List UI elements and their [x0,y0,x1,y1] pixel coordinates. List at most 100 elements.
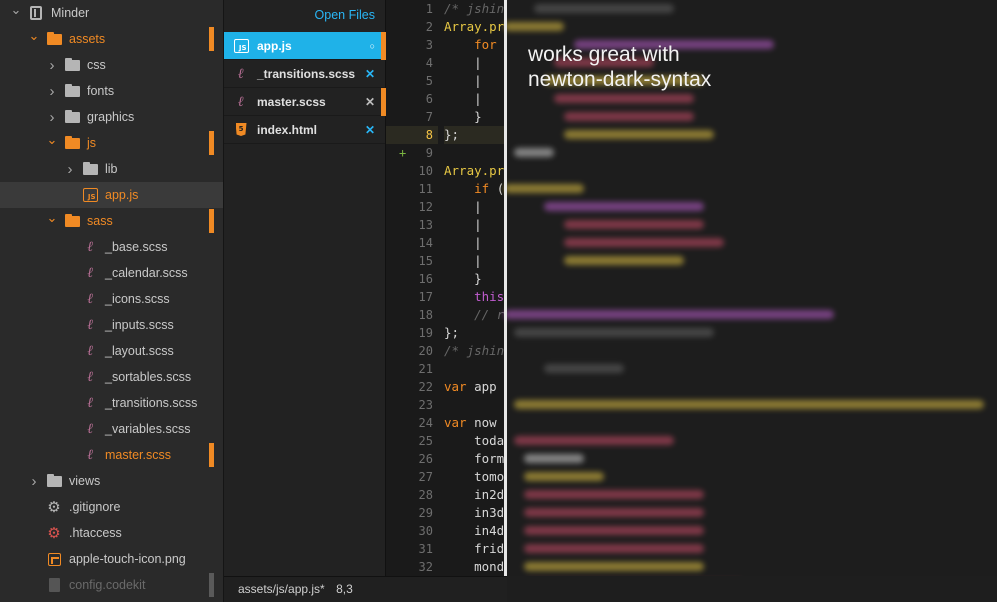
folder-icon [46,31,62,46]
line-number: 24 [418,416,433,430]
chevron-right-icon[interactable]: › [46,83,58,100]
line-number: +9 [399,146,433,160]
tree-item[interactable]: ℓ master.scss [0,442,223,468]
blurred-code-smear [514,148,554,157]
code-token: this [474,289,505,304]
open-file-item[interactable]: 5 index.html ✕ [224,116,385,144]
code-token: | [444,199,505,214]
code-token: app [466,379,505,394]
tree-item[interactable]: ⌄ js [0,130,223,156]
repo-icon [28,6,44,20]
tree-item[interactable]: ℓ _inputs.scss [0,312,223,338]
blurred-code-smear [564,220,704,229]
tree-item-label: js [87,136,97,150]
vcs-status-marker [209,131,214,155]
close-icon[interactable]: ✕ [365,116,375,144]
chevron-down-icon[interactable]: ⌄ [28,29,40,42]
tree-item-label: config.codekit [69,578,146,592]
js-file-icon: JS [82,188,98,202]
tree-item[interactable]: ⌄ sass [0,208,223,234]
blurred-code-smear [524,562,704,571]
sass-file-icon: ℓ [87,239,93,255]
tree-view: ⌄ Minder ⌄ assets › css › fonts › graphics ⌄ js › lib… [0,0,224,602]
code-token: tomor [444,469,512,484]
tree-item-label: _calendar.scss [105,266,188,280]
image-file-icon [46,552,62,566]
tree-item-label: _sortables.scss [105,370,192,384]
tree-item[interactable]: ℓ _calendar.scss [0,260,223,286]
close-icon[interactable]: ✕ [365,60,375,88]
tree-item[interactable]: ℓ _sortables.scss [0,364,223,390]
tree-item-label: _inputs.scss [105,318,174,332]
tree-item[interactable]: ⌄ Minder [0,0,223,26]
tree-item-label: app.js [105,188,139,202]
tree-item[interactable]: › css [0,52,223,78]
line-number: 26 [418,452,433,466]
status-bar-blurred [507,576,997,602]
line-number: 12 [418,200,433,214]
tree-item[interactable]: ⌄ assets [0,26,223,52]
tree-item-label: assets [69,32,106,46]
blurred-code-smear [564,112,694,121]
open-file-item[interactable]: JS app.js ○ [224,32,386,60]
status-file-path[interactable]: assets/js/app.js* [238,582,325,596]
tree-item-label: css [87,58,106,72]
blurred-code-smear [564,256,684,265]
tree-item[interactable]: ℓ _layout.scss [0,338,223,364]
line-number: 30 [418,524,433,538]
close-icon[interactable]: ✕ [365,88,375,116]
code-token: | [444,217,505,232]
blurred-code-smear [524,472,604,481]
folder-icon [64,109,80,124]
code-token: }; [444,127,460,142]
code-token: | } [444,253,512,268]
tree-item[interactable]: › graphics [0,104,223,130]
line-number: 32 [418,560,433,574]
tree-item[interactable]: › lib [0,156,223,182]
modified-dot-icon[interactable]: ○ [370,32,375,60]
status-cursor-position[interactable]: 8,3 [336,582,353,596]
blurred-code-smear [514,400,984,409]
line-number: 19 [418,326,433,340]
chevron-right-icon[interactable]: › [28,473,40,490]
tree-item[interactable]: ℓ _transitions.scss [0,390,223,416]
chevron-down-icon[interactable]: ⌄ [46,211,58,224]
line-number: 6 [425,92,433,106]
tree-item-label: Minder [51,6,90,20]
tree-item[interactable]: ℓ _variables.scss [0,416,223,442]
blurred-code-smear [554,94,694,103]
tree-item-label: lib [105,162,118,176]
tree-item[interactable]: ℓ _icons.scss [0,286,223,312]
tree-item[interactable]: ⚙ .htaccess [0,520,223,546]
file-icon [46,578,62,592]
chevron-right-icon[interactable]: › [46,109,58,126]
git-added-icon: + [399,146,407,160]
chevron-down-icon[interactable]: ⌄ [46,133,58,146]
folder-icon [64,57,80,72]
code-token: frida [444,541,512,556]
tree-item[interactable]: ⚙ .gitignore [0,494,223,520]
overlay-caption-line-1: works great with [528,43,680,66]
sass-file-icon: ℓ [87,317,93,333]
tree-item[interactable]: apple-touch-icon.png [0,546,223,572]
line-number: 15 [418,254,433,268]
open-file-item[interactable]: ℓ _transitions.scss ✕ [224,60,385,88]
blurred-code-smear [524,508,704,517]
tree-item-label: apple-touch-icon.png [69,552,186,566]
chevron-down-icon[interactable]: ⌄ [10,3,22,16]
folder-icon [64,83,80,98]
tree-item[interactable]: › views [0,468,223,494]
blurred-code-smear [524,526,704,535]
tree-item[interactable]: ℓ _base.scss [0,234,223,260]
tree-item[interactable]: JS app.js [0,182,223,208]
line-number: 7 [425,110,433,124]
chevron-right-icon[interactable]: › [46,57,58,74]
open-file-item[interactable]: ℓ master.scss ✕ [224,88,386,116]
chevron-right-icon[interactable]: › [64,161,76,178]
blurred-code-smear [504,184,584,193]
tree-item[interactable]: config.codekit [0,572,223,598]
tree-item[interactable]: › fonts [0,78,223,104]
